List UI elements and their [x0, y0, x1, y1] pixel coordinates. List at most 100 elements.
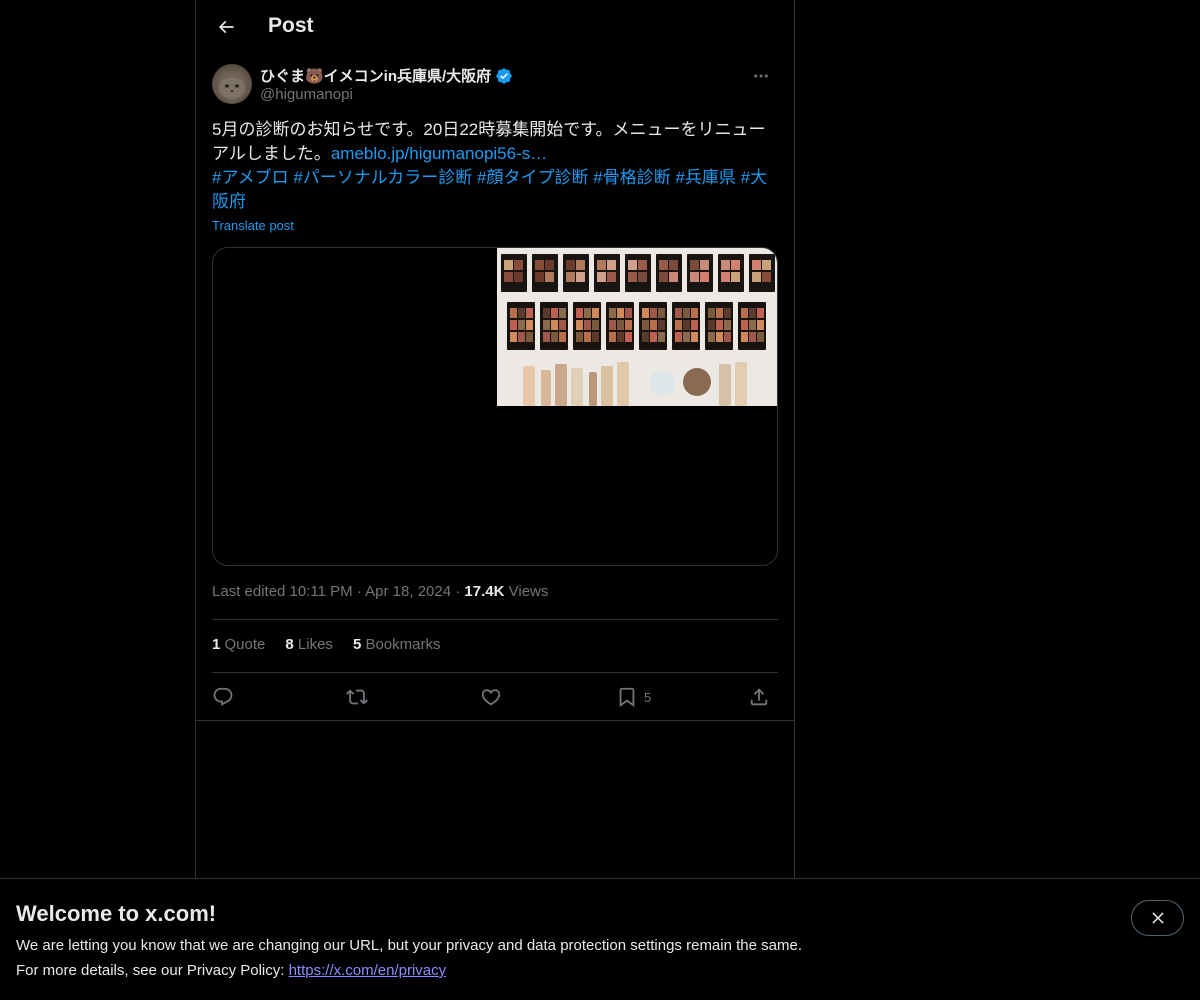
palette-swatch [510, 320, 517, 330]
palette-swatch [559, 308, 566, 318]
cosmetics-photo[interactable] [497, 248, 777, 406]
heart-icon [481, 689, 501, 706]
palette-swatch [708, 332, 715, 342]
cosmetic-bottle [601, 366, 613, 406]
media-card[interactable] [212, 247, 778, 566]
palette-swatch [724, 320, 731, 330]
palette-swatch [716, 308, 723, 318]
top-bar: Post [196, 0, 794, 54]
palette-swatch [650, 332, 657, 342]
palette-swatch [526, 332, 533, 342]
palette-swatch [625, 332, 632, 342]
action-bar: 5 [212, 684, 778, 710]
share-button[interactable] [748, 684, 770, 710]
bookmarks-stat[interactable]: 5 Bookmarks [353, 636, 441, 653]
arrow-left-icon [218, 20, 234, 34]
palette-swatch [526, 320, 533, 330]
reply-button[interactable] [212, 684, 234, 710]
palette-swatch [566, 272, 575, 282]
repost-icon [346, 689, 368, 705]
palette-swatch [690, 272, 699, 282]
palette-swatch [628, 272, 637, 282]
palette-swatch [642, 308, 649, 318]
edited-timestamp[interactable]: Last edited 10:11 PM [212, 583, 353, 600]
palette-swatch [650, 308, 657, 318]
palette-swatch [543, 332, 550, 342]
palette-swatch [592, 320, 599, 330]
palette-swatch [659, 260, 668, 270]
translate-post-link[interactable]: Translate post [212, 218, 294, 233]
palette-swatch [607, 272, 616, 282]
cosmetic-bottle [555, 364, 567, 406]
tweet-text: 5月の診断のお知らせです。20日22時募集開始です。メニューをリニューアルしまし… [212, 118, 778, 214]
palette-swatch [592, 332, 599, 342]
page-title: Post [268, 14, 314, 37]
views-count: 17.4K [464, 583, 505, 600]
palette-swatch [518, 332, 525, 342]
repost-button[interactable] [346, 684, 368, 710]
palette-swatch [628, 260, 637, 270]
palette-swatch [675, 320, 682, 330]
palette-swatch [658, 308, 665, 318]
palette-swatch [683, 332, 690, 342]
author-handle[interactable]: @higumanopi [260, 86, 353, 103]
divider [212, 619, 778, 620]
post-date[interactable]: Apr 18, 2024 [365, 583, 451, 600]
palette-swatch [514, 272, 523, 282]
hashtag-link[interactable]: #アメブロ [212, 168, 289, 187]
palette-swatch [543, 320, 550, 330]
palette-swatch [741, 308, 748, 318]
cosmetic-bottle [617, 362, 629, 406]
quotes-stat[interactable]: 1 Quote [212, 636, 265, 653]
palette-swatch [741, 332, 748, 342]
palette-swatch [576, 308, 583, 318]
cat-avatar-image [219, 70, 245, 99]
like-button[interactable] [480, 684, 502, 710]
palette-swatch [690, 260, 699, 270]
more-options-button[interactable] [744, 64, 778, 88]
palette-swatch [535, 260, 544, 270]
palette-swatch [762, 272, 771, 282]
hashtag-link[interactable]: #パーソナルカラー診断 [293, 168, 472, 187]
palette-swatch [691, 320, 698, 330]
palette-swatch [584, 308, 591, 318]
cosmetic-bottle [735, 362, 747, 406]
hashtag-link[interactable]: #兵庫県 [675, 168, 735, 187]
palette-swatch [757, 332, 764, 342]
palette-swatch [721, 260, 730, 270]
author-row: ひぐま🐻イメコンin兵庫県/大阪府 @higumanopi [212, 64, 778, 108]
palette-swatch [752, 260, 761, 270]
views-label: Views [508, 583, 549, 600]
palette-swatch [716, 332, 723, 342]
back-button[interactable] [208, 9, 244, 45]
palette-swatch [731, 272, 740, 282]
hashtag-link[interactable]: #骨格診断 [593, 168, 670, 187]
name-row[interactable]: ひぐま🐻イメコンin兵庫県/大阪府 [260, 65, 513, 86]
palette-swatch [749, 308, 756, 318]
palette-swatch [721, 272, 730, 282]
palette-swatch [584, 320, 591, 330]
avatar[interactable] [212, 64, 252, 104]
tweet-link[interactable]: ameblo.jp/higumanopi56-s… [331, 144, 547, 163]
palette-swatch [609, 332, 616, 342]
cosmetic-bottle [541, 370, 551, 406]
close-banner-button[interactable] [1131, 900, 1184, 936]
palette-swatch [584, 332, 591, 342]
palette-swatch [724, 332, 731, 342]
hashtag-link[interactable]: #顔タイプ診断 [477, 168, 588, 187]
palette-swatch [700, 272, 709, 282]
privacy-policy-link[interactable]: https://x.com/en/privacy [289, 962, 447, 979]
palette-swatch [749, 332, 756, 342]
bookmark-button[interactable]: 5 [616, 684, 651, 710]
palette-swatch [607, 260, 616, 270]
palette-swatch [700, 260, 709, 270]
likes-stat[interactable]: 8 Likes [285, 636, 333, 653]
palette-swatch [675, 332, 682, 342]
bookmark-count: 5 [644, 689, 652, 705]
post-meta: Last edited 10:11 PM · Apr 18, 2024 · 17… [212, 583, 549, 600]
palette-swatch [526, 308, 533, 318]
palette-swatch [724, 308, 731, 318]
palette-swatch [559, 332, 566, 342]
display-name[interactable]: ひぐま🐻イメコンin兵庫県/大阪府 [260, 65, 491, 86]
palette-swatch [504, 272, 513, 282]
